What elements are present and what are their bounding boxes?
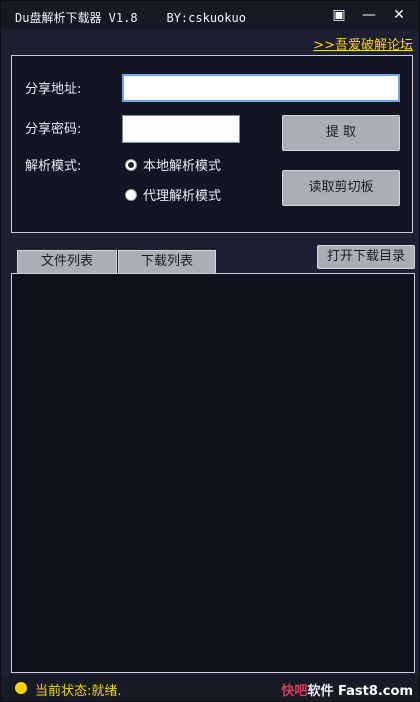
status-bar: 当前状态:就绪. 快吧软件 Fast8.com [1, 675, 419, 701]
window-title: Du盘解析下载器 V1.8 BY:cskuokuo [15, 11, 246, 25]
tab-download-list[interactable]: 下载列表 [118, 250, 216, 274]
title-bar[interactable]: Du盘解析下载器 V1.8 BY:cskuokuo ▣ — ✕ [1, 1, 419, 31]
share-password-input[interactable] [122, 115, 240, 143]
mode-proxy-option[interactable]: 代理解析模式 [125, 185, 221, 204]
status-text: 当前状态:就绪. [35, 684, 122, 699]
tab-file-list[interactable]: 文件列表 [17, 250, 117, 274]
extract-button[interactable]: 提 取 [282, 115, 400, 151]
read-clipboard-button[interactable]: 读取剪切板 [282, 170, 400, 206]
status-indicator-icon [15, 682, 27, 694]
open-download-dir-button[interactable]: 打开下载目录 [317, 245, 415, 269]
minimize-icon[interactable]: — [357, 5, 381, 25]
watermark-part2: 软件 [307, 684, 334, 699]
radio-proxy[interactable] [125, 188, 137, 201]
mode-label: 解析模式: [25, 159, 82, 174]
input-panel: 分享地址: 分享密码: 提 取 解析模式: 本地解析模式 代理解析模式 读取剪切… [11, 55, 413, 233]
share-password-label: 分享密码: [25, 122, 82, 137]
mode-local-option[interactable]: 本地解析模式 [125, 155, 221, 174]
close-icon[interactable]: ✕ [387, 5, 411, 25]
watermark-part3: Fast8.com [337, 684, 413, 699]
watermark-part1: 快吧 [281, 684, 308, 699]
file-list-area[interactable] [11, 273, 415, 673]
menu-icon[interactable]: ▣ [327, 5, 351, 25]
share-url-input[interactable] [122, 74, 400, 102]
watermark: 快吧软件 Fast8.com [281, 680, 413, 699]
radio-local[interactable] [125, 158, 137, 171]
forum-link[interactable]: >>吾爱破解论坛 [313, 34, 413, 53]
mode-local-label: 本地解析模式 [143, 159, 222, 174]
mode-proxy-label: 代理解析模式 [143, 189, 222, 204]
share-url-label: 分享地址: [25, 82, 82, 97]
main-window: Du盘解析下载器 V1.8 BY:cskuokuo ▣ — ✕ >>吾爱破解论坛… [0, 0, 420, 702]
